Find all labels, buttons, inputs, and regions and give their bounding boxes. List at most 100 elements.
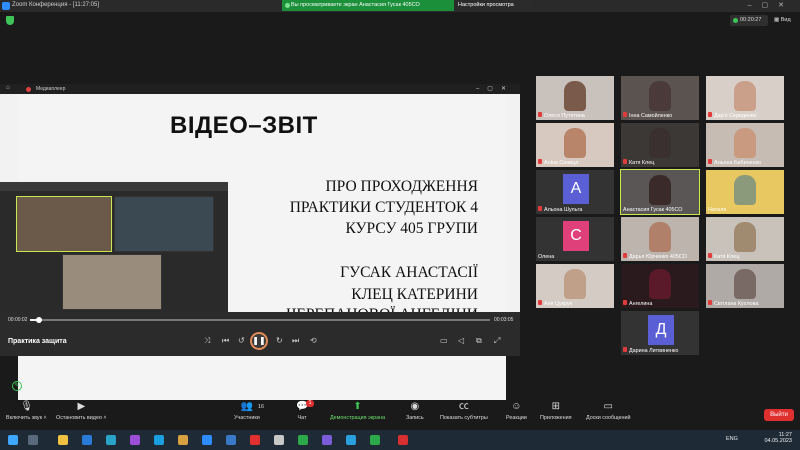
slide-title: ВІДЕО–ЗВІТ (170, 112, 318, 139)
repeat-icon[interactable]: ⟲ (310, 336, 317, 345)
captions-icon[interactable]: ▭ (440, 336, 448, 345)
shuffle-icon[interactable]: ⤨ (204, 336, 210, 346)
embedded-call-header (0, 182, 228, 191)
participant-tile[interactable]: Ангелина (621, 264, 699, 308)
apps-label: Приложения (540, 415, 572, 421)
window-title: Zoom Конференция - [11:27:05] (12, 2, 100, 8)
leave-meeting-button[interactable]: Выйти (764, 409, 794, 421)
excel-icon[interactable] (370, 435, 380, 445)
participant-tile[interactable]: Аліна Синиця (536, 123, 614, 167)
view-button[interactable]: ▦ Вид (774, 15, 800, 26)
muted-mic-icon (538, 159, 542, 164)
participant-tile[interactable]: Олеся Путятина (536, 76, 614, 120)
participant-name: Олеся Путятина (538, 112, 585, 119)
annotate-pen-icon[interactable]: ✎ (12, 381, 22, 391)
participant-tile[interactable]: Інна Самойленко (621, 76, 699, 120)
opera-icon[interactable] (250, 435, 260, 445)
time-total: 00:03:05 (494, 317, 514, 323)
participant-name-text: Олеся Путятина (544, 113, 585, 119)
reactions-button[interactable]: ☺ Реакции (506, 402, 527, 422)
participant-name-text: Дарина Литвиненко (629, 348, 679, 354)
viber-icon[interactable] (298, 435, 308, 445)
whiteboard-icon: ▭ (603, 401, 613, 412)
participant-name: Альона Бабиненко (708, 159, 761, 166)
participant-tile[interactable]: С Олена (536, 217, 614, 261)
previous-icon[interactable]: ⏮ (222, 336, 229, 346)
teams-icon[interactable] (130, 435, 140, 445)
participant-tile[interactable]: Катя Клец (621, 123, 699, 167)
window-controls[interactable]: –▢✕ (748, 1, 794, 9)
participant-tile[interactable]: Дарья Юрченко 405СО (621, 217, 699, 261)
participant-tile[interactable]: Аня Цукрук (536, 264, 614, 308)
word-icon[interactable] (226, 435, 236, 445)
whiteboards-button[interactable]: ▭ Доски сообщений (586, 401, 630, 422)
unmute-button[interactable]: 🎙 Включить звук ˄ (6, 401, 47, 422)
participant-tile[interactable]: Дар'я Середенко (706, 76, 784, 120)
participants-gallery: Олеся Путятина Інна Самойленко Дар'я Серед… (536, 76, 800, 366)
participants-button[interactable]: 👥 Участники (234, 401, 260, 422)
app-icon[interactable] (322, 435, 332, 445)
record-button[interactable]: ◉ Запись (406, 402, 424, 422)
os-taskbar: ENG 11:27 04.05.2023 (0, 430, 800, 450)
zoom-taskbar-icon[interactable] (202, 435, 212, 445)
participant-name: Дарья Юрченко 405СО (623, 253, 687, 260)
taskbar-app-icon[interactable] (28, 435, 38, 445)
participant-tile[interactable]: Наталя (706, 170, 784, 214)
slide-line: ПРАКТИКИ СТУДЕНТОК 4 (289, 199, 478, 216)
media-player-title: Медиаплеер (36, 86, 66, 92)
microphone-muted-icon: 🎙 (20, 401, 33, 412)
participant-tile[interactable]: Д Дарина Литвиненко (621, 311, 699, 355)
volume-icon[interactable]: ◁ (458, 336, 464, 345)
shield-icon[interactable] (6, 16, 14, 25)
participant-video (649, 222, 671, 252)
slide-line: ПРО ПРОХОДЖЕННЯ (325, 178, 478, 195)
share-screen-button[interactable]: ⬆ Демонстрация экрана (330, 402, 385, 422)
muted-mic-icon (708, 300, 712, 305)
meeting-toolbar: 🎙 Включить звук ˄ ▶ Остановить видео ˄ 👥 Уч… (0, 400, 800, 430)
media-player-controls: 00:00:02 00:03:05 Практика защита ⤨ ⏮ ↺ … (0, 312, 520, 356)
folder-icon[interactable] (178, 435, 188, 445)
muted-mic-icon (708, 159, 712, 164)
system-clock[interactable]: 11:27 04.05.2023 (764, 432, 792, 444)
view-options-button[interactable]: Настройки просмотра (454, 0, 530, 11)
participant-name: Аліна Синиця (538, 159, 578, 166)
mini-player-icon[interactable]: ⧉ (476, 336, 482, 346)
rewind-icon[interactable]: ↺ (238, 336, 245, 345)
muted-mic-icon (708, 112, 712, 117)
media-player-window-controls[interactable]: –▢✕ (476, 85, 514, 92)
app-icon[interactable] (274, 435, 284, 445)
video-tile (62, 254, 162, 310)
skype-icon[interactable] (154, 435, 164, 445)
keyboard-language[interactable]: ENG (726, 436, 738, 442)
telegram-icon[interactable] (346, 435, 356, 445)
next-icon[interactable]: ⏭ (292, 336, 299, 346)
participant-video (649, 175, 671, 205)
stop-video-button[interactable]: ▶ Остановить видео ˄ (56, 401, 107, 422)
seek-bar-handle[interactable] (36, 317, 43, 323)
participants-count: 16 (258, 404, 264, 410)
muted-mic-icon (623, 159, 627, 164)
seek-bar[interactable] (30, 317, 490, 323)
participant-tile[interactable]: А Альона Шульга (536, 170, 614, 214)
pause-button[interactable]: ❚❚ (250, 332, 268, 350)
muted-mic-icon (538, 300, 542, 305)
participant-tile[interactable]: Світлана Кухлова (706, 264, 784, 308)
participant-name-text: Дар'я Середенко (714, 113, 757, 119)
media-icon[interactable] (398, 435, 408, 445)
participant-tile[interactable]: Катя Клец (706, 217, 784, 261)
mail-icon[interactable] (82, 435, 92, 445)
captions-button[interactable]: ㏄ Показать субтитры (440, 402, 488, 422)
home-icon[interactable]: ⌂ (6, 85, 10, 91)
start-icon[interactable] (8, 435, 18, 445)
participant-tile[interactable]: Альона Бабиненко (706, 123, 784, 167)
explorer-icon[interactable] (58, 435, 68, 445)
edge-icon[interactable] (106, 435, 116, 445)
participant-tile[interactable]: Анастасия Гусак 405СО (620, 169, 700, 215)
participants-icon: 👥 (240, 401, 254, 412)
apps-button[interactable]: ⊞ Приложения (540, 402, 572, 422)
timer-status-icon (733, 18, 738, 23)
forward-icon[interactable]: ↻ (276, 336, 283, 345)
camera-icon: ▶ (77, 401, 86, 412)
muted-mic-icon (538, 112, 542, 117)
fullscreen-icon[interactable]: ⤢ (494, 336, 500, 346)
